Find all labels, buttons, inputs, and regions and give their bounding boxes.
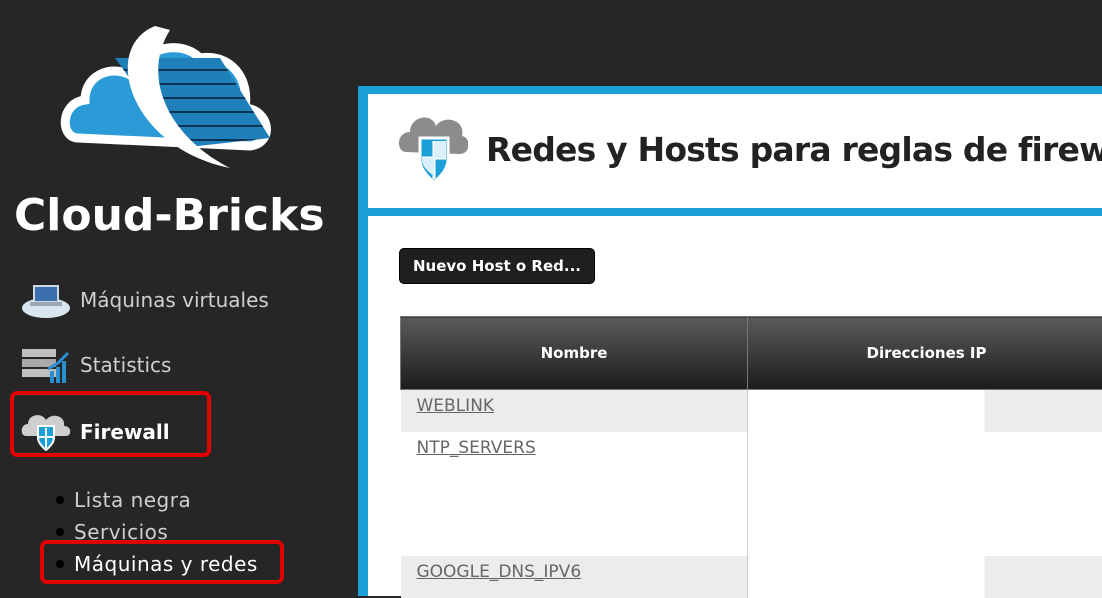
column-header-nombre[interactable]: Nombre — [401, 317, 748, 390]
sidebar-item-maquinas-virtuales[interactable]: Máquinas virtuales — [20, 278, 269, 322]
sidebar-item-statistics[interactable]: Statistics — [20, 343, 171, 387]
maquinas-y-redes-highlight-box — [40, 540, 284, 584]
submenu-item-lista-negra[interactable]: Lista negra — [56, 484, 258, 516]
cloud-bricks-logo — [60, 18, 290, 188]
table-row: WEBLINK — [401, 390, 1102, 432]
ip-cell — [748, 390, 1102, 432]
sidebar-item-label: Máquinas virtuales — [80, 288, 269, 312]
host-link-google-dns-ipv6[interactable]: GOOGLE_DNS_IPV6 — [417, 562, 582, 582]
table-row: NTP_SERVERS — [401, 432, 1102, 556]
hosts-table: Nombre Direcciones IP WEBLINK NTP_SERVER… — [400, 316, 1102, 598]
bullet-icon — [56, 496, 64, 504]
server-stats-icon — [20, 343, 74, 387]
firewall-highlight-box — [10, 391, 211, 457]
name-cell: GOOGLE_DNS_IPV6 — [401, 556, 748, 598]
host-link-ntp-servers[interactable]: NTP_SERVERS — [417, 438, 536, 458]
name-cell: NTP_SERVERS — [401, 432, 748, 556]
cloud-shield-icon — [398, 112, 468, 188]
page-header: Redes y Hosts para reglas de firewall — [368, 94, 1102, 216]
ip-cell — [748, 432, 1102, 556]
host-link-weblink[interactable]: WEBLINK — [417, 396, 495, 416]
table-row: GOOGLE_DNS_IPV6 — [401, 556, 1102, 598]
sidebar-item-label: Statistics — [80, 353, 171, 377]
cloud-computer-icon — [20, 278, 74, 322]
bullet-icon — [56, 528, 64, 536]
name-cell: WEBLINK — [401, 390, 748, 432]
main-panel: Redes y Hosts para reglas de firewall Nu… — [358, 86, 1102, 596]
ip-cell — [748, 556, 1102, 598]
column-header-direcciones-ip[interactable]: Direcciones IP — [748, 317, 1102, 390]
submenu-item-label: Lista negra — [74, 488, 191, 512]
brand-name: Cloud-Bricks — [14, 190, 325, 241]
new-host-button[interactable]: Nuevo Host o Red... — [399, 248, 595, 284]
page-title: Redes y Hosts para reglas de firewall — [486, 130, 1102, 169]
